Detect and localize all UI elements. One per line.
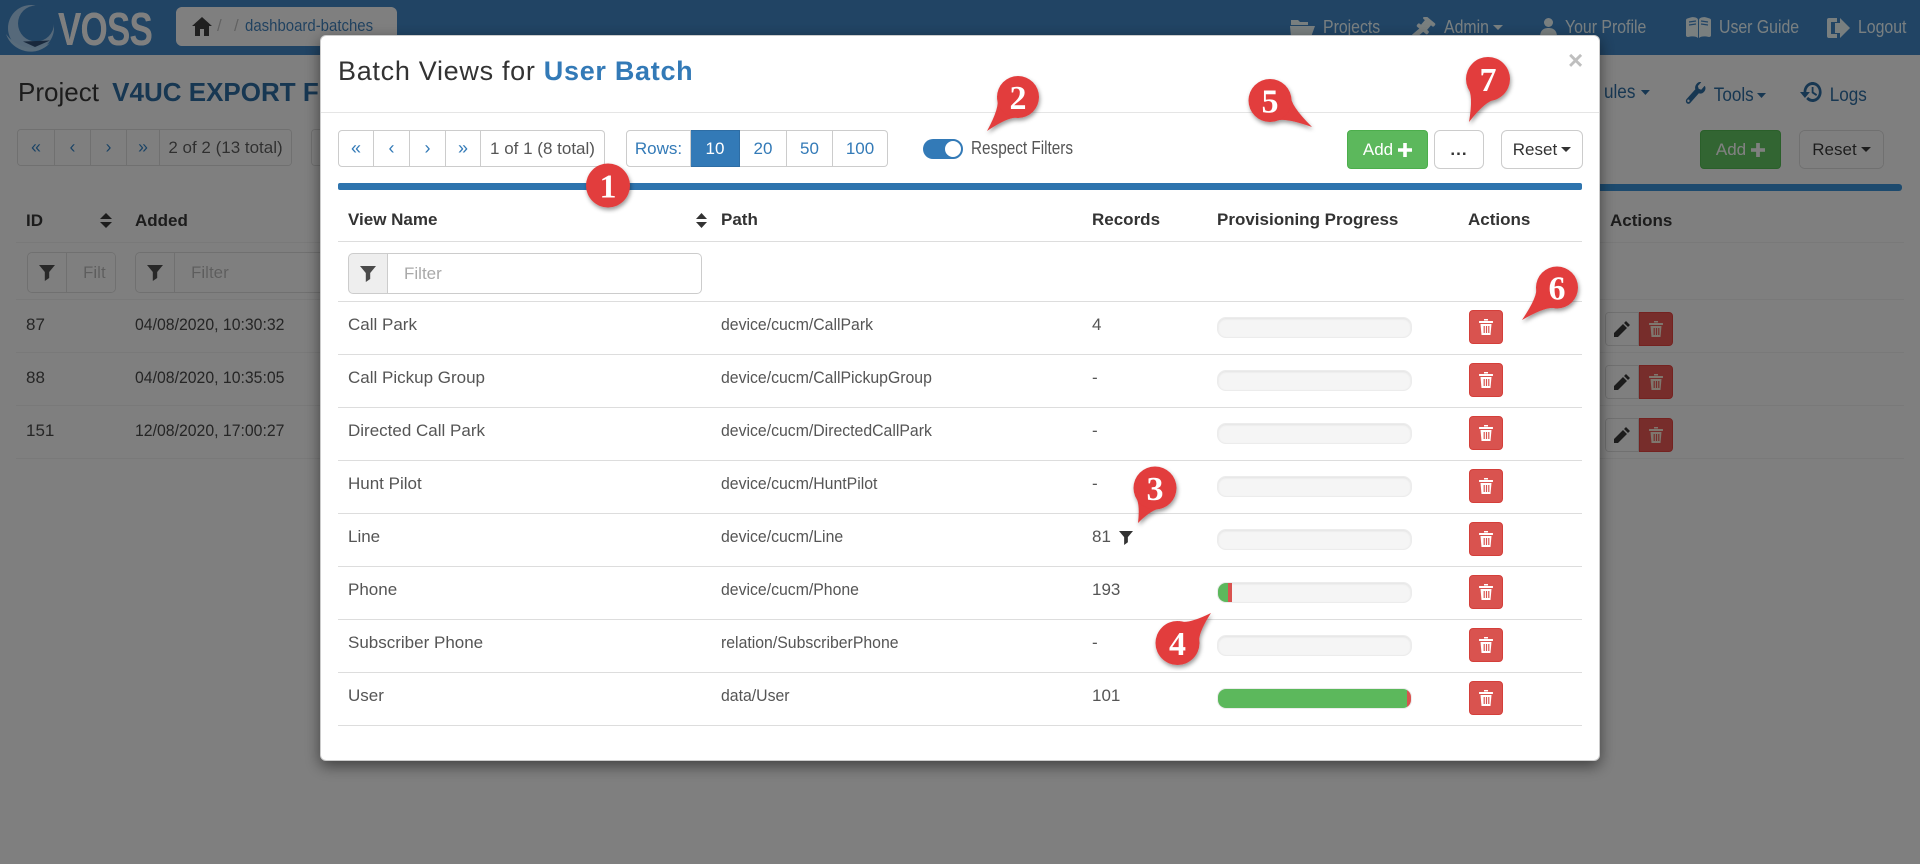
svg-text:4: 4: [1169, 626, 1186, 663]
svg-text:2: 2: [1010, 80, 1027, 117]
svg-text:5: 5: [1262, 84, 1279, 121]
svg-text:6: 6: [1549, 271, 1566, 308]
svg-text:1: 1: [600, 169, 617, 206]
svg-text:3: 3: [1147, 471, 1164, 508]
svg-text:7: 7: [1480, 62, 1497, 99]
